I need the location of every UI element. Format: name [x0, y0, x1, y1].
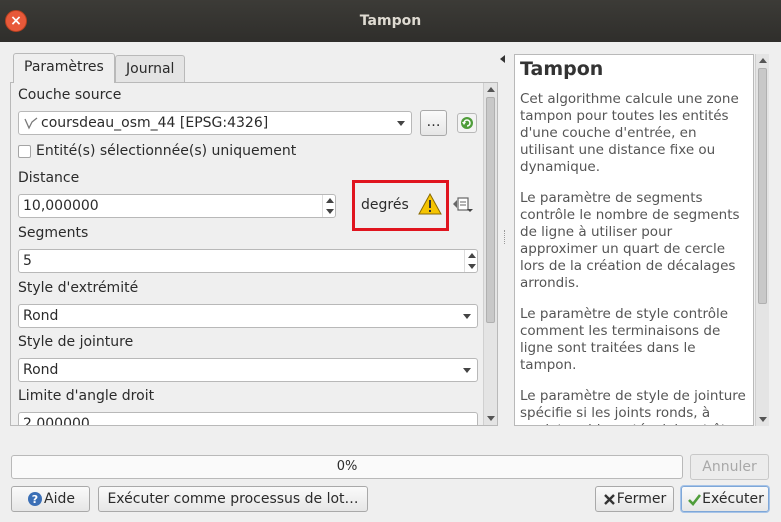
- tab-log[interactable]: Journal: [115, 55, 186, 83]
- window-title: Tampon: [359, 13, 422, 29]
- distance-value: 10,000000: [23, 198, 99, 214]
- close-button[interactable]: Fermer: [595, 486, 674, 512]
- parameters-scrollbar[interactable]: [483, 83, 497, 425]
- svg-text:?: ?: [32, 493, 38, 506]
- join-style-label: Style de jointure: [18, 334, 134, 350]
- help-button[interactable]: ? Aide: [11, 486, 90, 512]
- progress-bar: 0%: [11, 455, 683, 479]
- miter-limit-label: Limite d'angle droit: [18, 388, 155, 404]
- scrollbar-thumb[interactable]: [486, 97, 495, 323]
- end-cap-combo[interactable]: Rond: [18, 304, 478, 328]
- splitter-handle[interactable]: [504, 230, 506, 244]
- join-style-value: Rond: [23, 362, 59, 378]
- spin-down-icon[interactable]: [326, 209, 334, 214]
- segments-input[interactable]: 5: [18, 249, 478, 273]
- cancel-button[interactable]: Annuler: [690, 454, 769, 480]
- spin-down-icon[interactable]: [468, 264, 476, 269]
- chevron-down-icon: [397, 121, 405, 126]
- parameters-panel: Couche source coursdeau_osm_44 [EPSG:432…: [10, 82, 498, 426]
- scroll-up-icon[interactable]: [487, 87, 495, 92]
- scroll-down-icon[interactable]: [487, 416, 495, 421]
- progress-label: 0%: [336, 459, 358, 474]
- distance-label: Distance: [18, 170, 80, 186]
- help-icon: ?: [28, 492, 42, 506]
- data-defined-override-icon[interactable]: [452, 196, 474, 214]
- help-scrollbar[interactable]: [755, 54, 769, 426]
- miter-limit-value: 2,000000: [23, 416, 90, 426]
- line-layer-icon: [24, 117, 38, 130]
- chevron-down-icon: [463, 368, 471, 373]
- close-icon: [604, 494, 615, 505]
- help-paragraph: Le paramètre de style contrôle comment l…: [520, 306, 729, 373]
- distance-unit-label: degrés: [361, 197, 409, 213]
- help-panel: Tampon Cet algorithme calcule une zone t…: [514, 54, 754, 426]
- browse-layer-button[interactable]: …: [420, 110, 447, 136]
- distance-input[interactable]: 10,000000: [18, 194, 336, 218]
- help-paragraph: Cet algorithme calcule une zone tampon p…: [520, 91, 739, 175]
- spin-up-icon[interactable]: [326, 198, 334, 203]
- run-button[interactable]: Exécuter: [681, 486, 769, 512]
- scroll-up-icon[interactable]: [759, 58, 767, 63]
- source-layer-label: Couche source: [18, 87, 122, 103]
- refresh-icon: [461, 117, 473, 129]
- end-cap-value: Rond: [23, 308, 59, 324]
- help-paragraph: Le paramètre de style de jointure spécif…: [520, 388, 746, 425]
- segments-value: 5: [23, 253, 32, 269]
- scrollbar-thumb[interactable]: [758, 68, 767, 304]
- scroll-down-icon[interactable]: [759, 417, 767, 422]
- help-paragraph: Le paramètre de segments contrôle le nom…: [520, 190, 740, 291]
- spin-up-icon[interactable]: [468, 253, 476, 258]
- join-style-combo[interactable]: Rond: [18, 358, 478, 382]
- selected-only-label: Entité(s) sélectionnée(s) uniquement: [36, 143, 297, 159]
- collapse-panel-icon[interactable]: [500, 55, 505, 63]
- tab-parameters[interactable]: Paramètres: [13, 53, 115, 83]
- segments-label: Segments: [18, 225, 89, 241]
- selected-only-checkbox[interactable]: [18, 145, 31, 158]
- chevron-down-icon: [463, 314, 471, 319]
- run-batch-button[interactable]: Exécuter comme processus de lot…: [98, 486, 368, 512]
- title-bar: × Tampon: [0, 0, 781, 42]
- warning-icon: [418, 193, 442, 215]
- end-cap-label: Style d'extrémité: [18, 280, 139, 296]
- close-window-button[interactable]: ×: [5, 10, 27, 32]
- iterate-button[interactable]: [457, 113, 477, 133]
- source-layer-value: coursdeau_osm_44 [EPSG:4326]: [41, 115, 269, 131]
- checkmark-icon: [688, 494, 702, 506]
- miter-limit-input[interactable]: 2,000000: [18, 412, 478, 426]
- help-title: Tampon: [520, 58, 604, 80]
- source-layer-combo[interactable]: coursdeau_osm_44 [EPSG:4326]: [18, 111, 412, 135]
